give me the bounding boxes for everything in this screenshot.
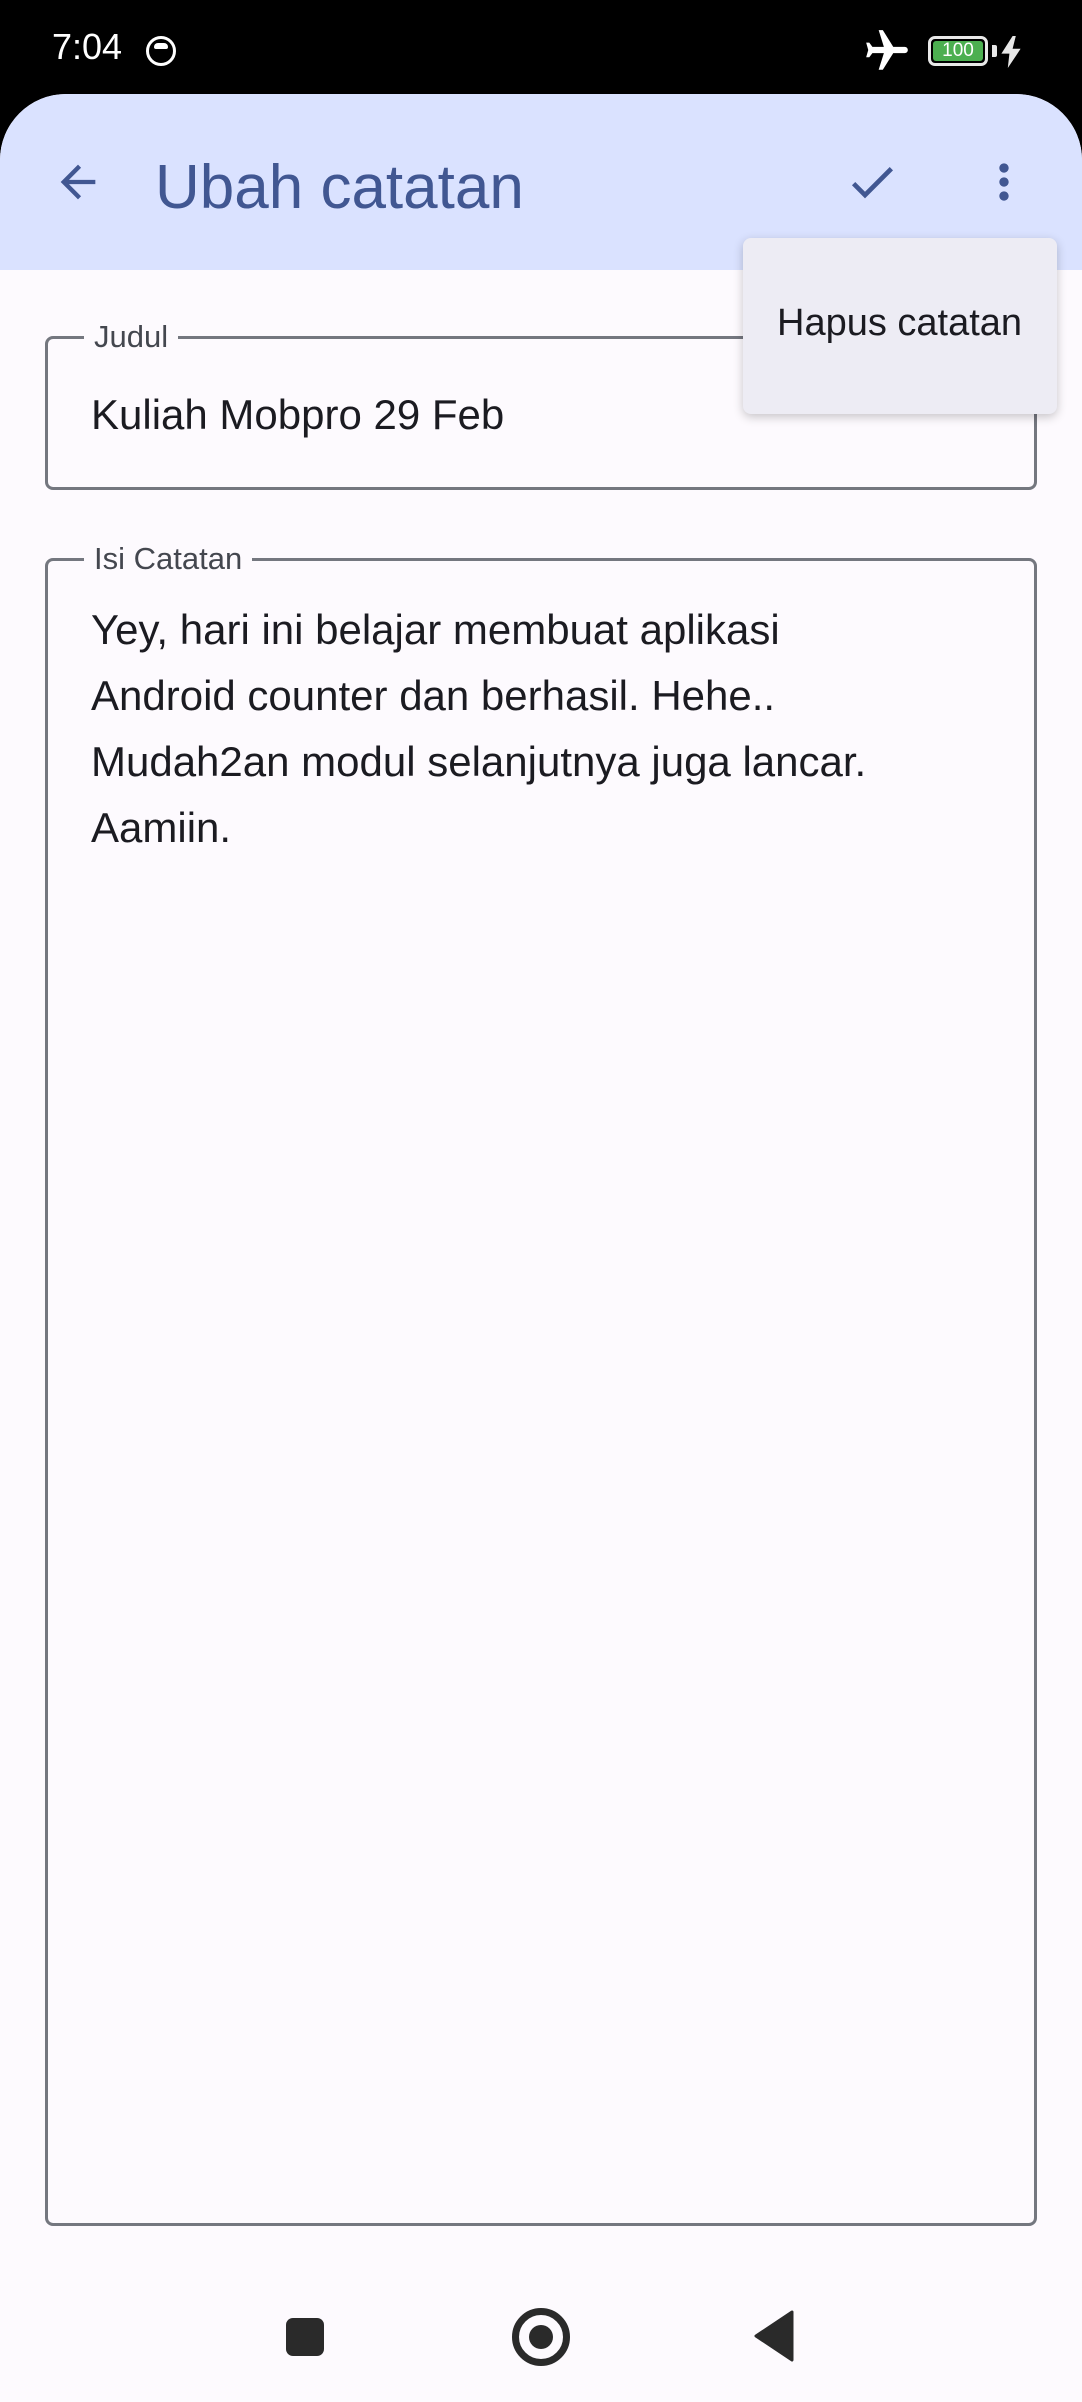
battery-tip	[992, 45, 997, 57]
overflow-menu: Hapus catatan	[743, 238, 1057, 414]
arrow-back-icon	[60, 164, 96, 200]
delete-note-menu-item[interactable]: Hapus catatan	[743, 270, 1057, 380]
back-triangle-icon[interactable]	[752, 2310, 794, 2362]
notification-face-icon	[146, 36, 176, 66]
note-body-label: Isi Catatan	[84, 543, 253, 575]
battery-icon: 100	[928, 36, 988, 66]
charging-bolt-icon	[1001, 36, 1021, 68]
status-bar: 7:04 100	[0, 0, 1082, 100]
home-icon[interactable]	[512, 2308, 570, 2366]
title-field-label: Judul	[84, 321, 179, 353]
system-navigation-bar	[0, 2270, 1082, 2402]
home-dot	[529, 2325, 553, 2349]
battery-level: 100	[933, 41, 983, 61]
delete-note-label: Hapus catatan	[777, 302, 1023, 344]
note-body-field[interactable]: Isi Catatan Yey, hari ini belajar membua…	[45, 543, 1037, 2226]
app-window: Ubah catatan Judul Kuliah Mobpro 29 Feb …	[0, 94, 1082, 2402]
back-button[interactable]	[36, 140, 120, 224]
save-button[interactable]	[830, 140, 914, 224]
title-field-value[interactable]: Kuliah Mobpro 29 Feb	[91, 391, 504, 439]
more-vert-icon	[999, 163, 1009, 201]
status-time: 7:04	[52, 26, 123, 67]
airplane-mode-icon	[866, 30, 908, 70]
note-body-value[interactable]: Yey, hari ini belajar membuat aplikasi A…	[91, 597, 991, 861]
recents-icon[interactable]	[286, 2318, 324, 2356]
page-title: Ubah catatan	[155, 153, 524, 222]
more-options-button[interactable]	[962, 140, 1046, 224]
check-icon	[851, 167, 893, 199]
